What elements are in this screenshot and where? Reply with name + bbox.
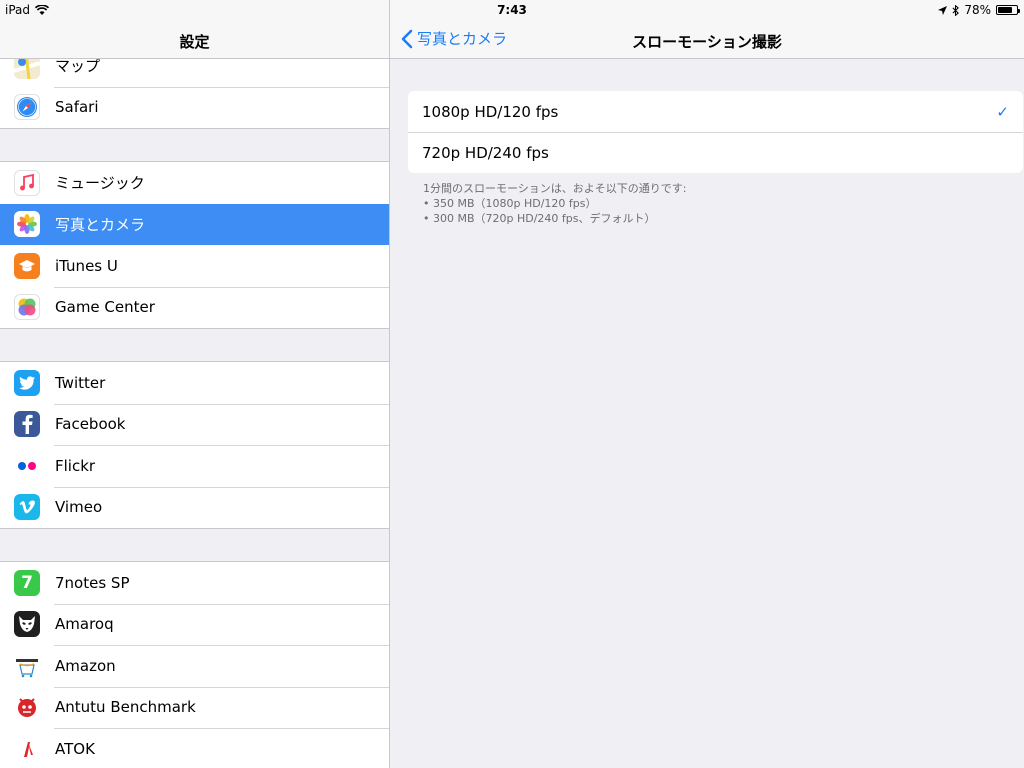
- battery-icon: [996, 5, 1020, 15]
- 7notes-icon: 7: [14, 569, 40, 596]
- option-720p-240fps[interactable]: 720p HD/240 fps ✓: [408, 132, 1023, 173]
- sidebar-item-amaroq[interactable]: Amaroq: [0, 603, 389, 645]
- footer-line: • 300 MB（720p HD/240 fps、デフォルト）: [423, 212, 656, 225]
- sidebar-item-label: Safari: [55, 98, 99, 117]
- sidebar-item-label: Game Center: [55, 298, 155, 317]
- location-icon: [938, 5, 948, 15]
- sidebar-item-vimeo[interactable]: Vimeo: [0, 486, 389, 528]
- sidebar-item-7notes[interactable]: 7 7notes SP: [0, 562, 389, 604]
- sidebar-item-label: Twitter: [55, 373, 106, 392]
- options-footer-note: 1分間のスローモーションは、およそ以下の通りです: • 350 MB（1080p…: [423, 181, 686, 226]
- page-title: スローモーション撮影: [632, 33, 782, 51]
- sidebar-item-photos-camera[interactable]: 写真とカメラ: [0, 203, 389, 245]
- sidebar-item-label: ATOK: [55, 739, 95, 758]
- sidebar-item-label: Amaroq: [55, 615, 114, 634]
- footer-line: 1分間のスローモーションは、およそ以下の通りです:: [423, 182, 687, 195]
- option-label: 1080p HD/120 fps: [422, 102, 559, 121]
- settings-group-media: ミュージック 写真とカメラ iTunes U Game Center: [0, 161, 389, 329]
- itunes-u-icon: [14, 252, 40, 279]
- footer-line: • 350 MB（1080p HD/120 fps）: [423, 197, 597, 210]
- bluetooth-icon: [952, 4, 960, 16]
- antutu-icon: [14, 694, 40, 721]
- sidebar-item-safari[interactable]: Safari: [0, 86, 389, 128]
- sidebar-item-label: iTunes U: [55, 256, 118, 275]
- twitter-icon: [14, 369, 40, 396]
- settings-group-apps: 7 7notes SP Amaroq Amazon Antutu Benchma…: [0, 561, 389, 768]
- sidebar-item-label: Vimeo: [55, 498, 103, 517]
- option-label: 720p HD/240 fps: [422, 144, 549, 162]
- facebook-icon: [14, 411, 40, 438]
- sidebar-item-antutu[interactable]: Antutu Benchmark: [0, 686, 389, 728]
- sidebar-item-itunes-u[interactable]: iTunes U: [0, 245, 389, 287]
- slo-mo-options: 1080p HD/120 fps ✓ 720p HD/240 fps ✓: [408, 91, 1023, 173]
- sidebar-item-label: Antutu Benchmark: [55, 698, 196, 717]
- settings-list[interactable]: マップ Safari ミュージック 写真とカメラ iTunes U Game C…: [0, 45, 389, 768]
- sidebar-item-game-center[interactable]: Game Center: [0, 286, 389, 328]
- status-right: 78%: [938, 3, 1020, 17]
- sidebar-item-label: Flickr: [55, 456, 96, 475]
- sidebar-item-label: Facebook: [55, 415, 126, 434]
- detail-pane: 写真とカメラ スローモーション撮影 1080p HD/120 fps ✓ 720…: [390, 0, 1024, 768]
- status-bar: iPad 7:43 78%: [0, 0, 1024, 20]
- option-1080p-120fps[interactable]: 1080p HD/120 fps ✓: [408, 91, 1023, 132]
- sidebar-title: 設定: [179, 33, 210, 51]
- status-time: 7:43: [497, 3, 527, 17]
- sidebar-item-label: Amazon: [55, 656, 116, 675]
- sidebar-item-label: 写真とカメラ: [55, 215, 146, 234]
- checkmark-icon: ✓: [996, 102, 1009, 121]
- sidebar-item-flickr[interactable]: Flickr: [0, 445, 389, 487]
- safari-icon: [14, 94, 40, 121]
- sidebar-item-facebook[interactable]: Facebook: [0, 403, 389, 445]
- sidebar-item-atok[interactable]: ATOK: [0, 728, 389, 768]
- photos-icon: [14, 211, 40, 238]
- sidebar-item-amazon[interactable]: Amazon: [0, 645, 389, 687]
- atok-icon: [14, 735, 40, 762]
- vimeo-icon: [14, 494, 40, 521]
- amaroq-icon: [14, 611, 40, 638]
- split-divider: [389, 0, 390, 768]
- game-center-icon: [14, 294, 40, 321]
- flickr-icon: [14, 452, 40, 479]
- settings-sidebar: マップ Safari ミュージック 写真とカメラ iTunes U Game C…: [0, 0, 389, 768]
- sidebar-item-label: ミュージック: [55, 174, 145, 193]
- music-icon: [14, 169, 40, 196]
- sidebar-item-music[interactable]: ミュージック: [0, 162, 389, 204]
- battery-level: [998, 7, 1013, 13]
- amazon-icon: [14, 652, 40, 679]
- settings-group-social: Twitter Facebook Flickr Vimeo: [0, 361, 389, 529]
- sidebar-item-twitter[interactable]: Twitter: [0, 362, 389, 404]
- battery-percent: 78%: [964, 3, 991, 17]
- sidebar-item-label: 7notes SP: [55, 573, 130, 592]
